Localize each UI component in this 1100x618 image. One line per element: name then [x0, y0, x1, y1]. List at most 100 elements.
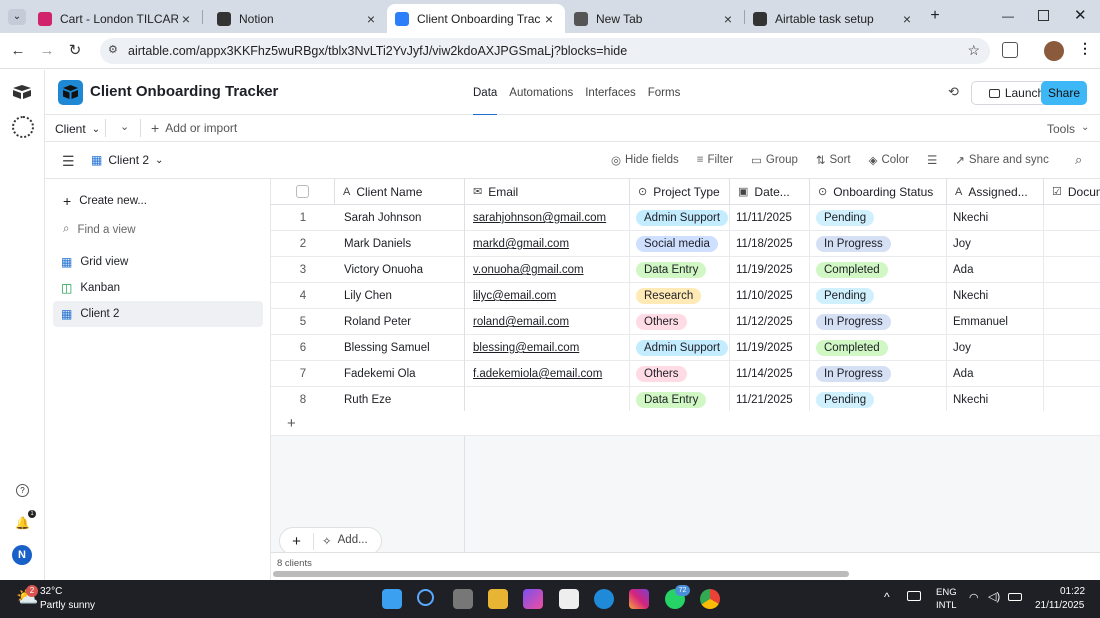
base-nav-data[interactable]: Data: [473, 70, 498, 116]
hamburger-menu-icon[interactable]: ☰: [62, 153, 75, 170]
create-new-view-button[interactable]: + Create new...: [63, 193, 147, 209]
chevron-down-icon[interactable]: ⌄: [120, 120, 129, 133]
find-view-input[interactable]: ⌕ Find a view: [63, 223, 136, 236]
assigned-cell[interactable]: Nkechi: [947, 283, 1044, 309]
email-cell[interactable]: markd@gmail.com: [465, 231, 630, 257]
add-record-button[interactable]: +: [280, 532, 314, 550]
airtable-logo-icon[interactable]: [12, 84, 32, 100]
wifi-icon[interactable]: ◠: [969, 591, 979, 604]
close-tab-icon[interactable]: ×: [363, 11, 379, 27]
view-switcher[interactable]: ▦ Client 2 ⌄: [91, 153, 163, 167]
date-cell[interactable]: 11/11/2025: [730, 205, 810, 231]
table-row[interactable]: 4 Lily Chen lilyc@email.com Research 11/10/2…: [271, 283, 1100, 309]
assigned-cell[interactable]: Ada: [947, 361, 1044, 387]
email-cell[interactable]: f.adekemiola@email.com: [465, 361, 630, 387]
horizontal-scrollbar[interactable]: [273, 571, 849, 577]
documents-cell[interactable]: [1044, 361, 1100, 387]
table-row[interactable]: 3 Victory Onuoha v.onuoha@gmail.com Data En…: [271, 257, 1100, 283]
assigned-cell[interactable]: Joy: [947, 231, 1044, 257]
close-tab-icon[interactable]: ×: [720, 11, 736, 27]
add-row-icon[interactable]: +: [287, 415, 296, 432]
assigned-cell[interactable]: Emmanuel: [947, 309, 1044, 335]
instagram-icon[interactable]: [629, 589, 649, 609]
back-icon[interactable]: ←: [8, 41, 28, 61]
client-name-cell[interactable]: Mark Daniels: [335, 231, 465, 257]
close-tab-icon[interactable]: ×: [899, 11, 915, 27]
email-link[interactable]: f.adekemiola@email.com: [473, 368, 602, 380]
email-link[interactable]: lilyc@email.com: [473, 290, 556, 302]
clock-time[interactable]: 01:22: [1060, 586, 1085, 597]
email-link[interactable]: sarahjohnson@gmail.com: [473, 212, 606, 224]
date-cell[interactable]: 11/12/2025: [730, 309, 810, 335]
windows-start-icon[interactable]: [382, 589, 402, 609]
tab-search-button[interactable]: ⌄: [8, 9, 26, 25]
date-cell[interactable]: 11/21/2025: [730, 387, 810, 413]
project-type-cell[interactable]: Research: [630, 283, 730, 309]
documents-cell[interactable]: [1044, 231, 1100, 257]
base-icon[interactable]: [58, 80, 83, 105]
search-icon[interactable]: ⌕: [1075, 152, 1082, 168]
base-nav-forms[interactable]: Forms: [648, 70, 681, 115]
documents-cell[interactable]: [1044, 283, 1100, 309]
keyboard-icon[interactable]: [907, 591, 921, 601]
onboarding-status-cell[interactable]: Completed: [810, 335, 947, 361]
column-header[interactable]: ⊙ Onboarding Status: [810, 179, 947, 205]
table-tab-client[interactable]: Client ⌄: [55, 122, 100, 136]
assigned-cell[interactable]: Ada: [947, 257, 1044, 283]
onboarding-status-cell[interactable]: Pending: [810, 387, 947, 413]
project-type-cell[interactable]: Social media: [630, 231, 730, 257]
date-cell[interactable]: 11/19/2025: [730, 257, 810, 283]
onboarding-status-cell[interactable]: In Progress: [810, 361, 947, 387]
base-nav-interfaces[interactable]: Interfaces: [585, 70, 636, 115]
project-type-cell[interactable]: Admin Support: [630, 205, 730, 231]
minimize-button[interactable]: —: [1002, 9, 1014, 23]
email-cell[interactable]: roland@email.com: [465, 309, 630, 335]
share-button[interactable]: Share: [1041, 81, 1087, 105]
select-all-checkbox[interactable]: [296, 185, 309, 198]
onboarding-status-cell[interactable]: Pending: [810, 283, 947, 309]
help-icon[interactable]: ?: [16, 484, 29, 497]
close-tab-icon[interactable]: ×: [178, 11, 194, 27]
notifications-bell-icon[interactable]: 🔔: [15, 516, 30, 530]
project-type-cell[interactable]: Data Entry: [630, 387, 730, 413]
email-cell[interactable]: v.onuoha@gmail.com: [465, 257, 630, 283]
tools-button[interactable]: Tools ⌄: [1047, 122, 1089, 136]
language-code[interactable]: ENG: [936, 587, 957, 598]
client-name-cell[interactable]: Sarah Johnson: [335, 205, 465, 231]
assigned-cell[interactable]: Nkechi: [947, 205, 1044, 231]
search-icon[interactable]: [417, 589, 434, 606]
add-with-ai-button[interactable]: ✧ Add...: [314, 534, 368, 548]
history-icon[interactable]: ⟲: [948, 84, 959, 100]
table-row[interactable]: 8 Ruth Eze Data Entry 11/21/2025 Pending Nkec…: [271, 387, 1100, 413]
view-item-client-2[interactable]: ▦ Client 2: [53, 301, 263, 327]
client-name-cell[interactable]: Blessing Samuel: [335, 335, 465, 361]
group-button[interactable]: ▭ Group: [751, 153, 798, 167]
column-header[interactable]: A Assigned...: [947, 179, 1044, 205]
copilot-icon[interactable]: [523, 589, 543, 609]
view-item-kanban[interactable]: ◫ Kanban: [53, 275, 263, 301]
email-cell[interactable]: lilyc@email.com: [465, 283, 630, 309]
documents-cell[interactable]: [1044, 309, 1100, 335]
onboarding-status-cell[interactable]: Completed: [810, 257, 947, 283]
browser-tab[interactable]: Notion ×: [209, 4, 387, 33]
store-icon[interactable]: [559, 589, 579, 609]
restore-button[interactable]: [1038, 10, 1049, 21]
volume-icon[interactable]: ◁): [988, 590, 1000, 603]
chrome-icon[interactable]: [700, 589, 720, 609]
client-name-cell[interactable]: Ruth Eze: [335, 387, 465, 413]
chevron-down-icon[interactable]: ⌄: [260, 84, 269, 97]
close-window-button[interactable]: ✕: [1074, 6, 1087, 24]
account-avatar[interactable]: N: [12, 545, 32, 565]
date-cell[interactable]: 11/18/2025: [730, 231, 810, 257]
task-view-icon[interactable]: [453, 589, 473, 609]
email-link[interactable]: blessing@email.com: [473, 342, 579, 354]
column-header[interactable]: ✉ Email: [465, 179, 630, 205]
forward-icon[interactable]: →: [37, 41, 57, 61]
email-cell[interactable]: [465, 387, 630, 413]
filter-button[interactable]: ≡ Filter: [697, 153, 733, 167]
edge-icon[interactable]: [594, 589, 614, 609]
assigned-cell[interactable]: Joy: [947, 335, 1044, 361]
reload-icon[interactable]: ↻: [65, 41, 85, 61]
email-cell[interactable]: sarahjohnson@gmail.com: [465, 205, 630, 231]
table-row[interactable]: 6 Blessing Samuel blessing@email.com Admin …: [271, 335, 1100, 361]
